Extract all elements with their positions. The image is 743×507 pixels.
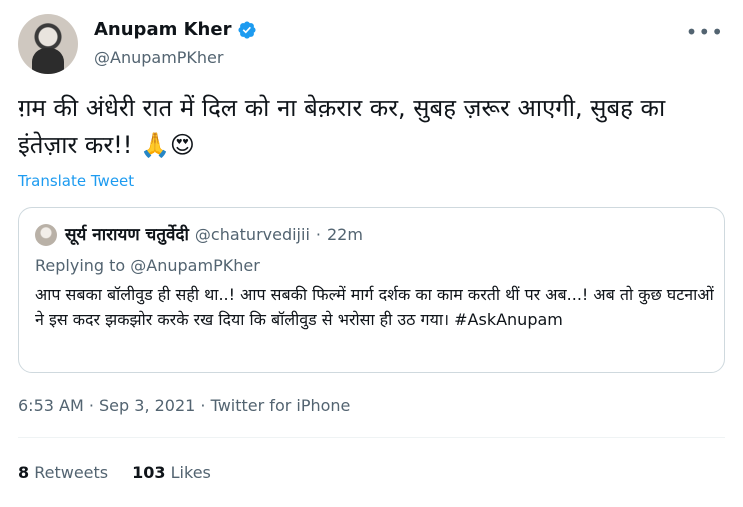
more-options-icon[interactable]: ••• (686, 20, 724, 44)
author-handle[interactable]: @AnupamPKher (94, 48, 223, 67)
quoted-replying-to: Replying to @AnupamPKher (35, 256, 260, 275)
likes-label: Likes (170, 463, 211, 482)
quoted-author-name: सूर्य नारायण चतुर्वेदी (65, 225, 189, 245)
author-name-row: Anupam Kher (94, 19, 257, 40)
quoted-separator: · (315, 225, 321, 244)
quoted-time: 22m (326, 225, 363, 244)
translate-tweet-link[interactable]: Translate Tweet (18, 172, 134, 190)
tweet-text: ग़म की अंधेरी रात में दिल को ना बेक़रार … (18, 94, 666, 159)
verified-badge-icon (238, 20, 257, 39)
divider (18, 437, 725, 438)
likes-count: 103 (132, 463, 166, 482)
quoted-author-avatar (35, 224, 57, 246)
retweets-label: Retweets (34, 463, 109, 482)
quoted-tweet[interactable]: सूर्य नारायण चतुर्वेदी @chaturvedijii · … (18, 207, 725, 373)
tweet-header: Anupam Kher @AnupamPKher ••• (18, 14, 730, 76)
tweet-timestamp[interactable]: 6:53 AM · Sep 3, 2021 · Twitter for iPho… (18, 396, 350, 415)
quoted-tweet-text: आप सबका बॉलीवुड ही सही था..! आप सबकी फिल… (35, 285, 714, 329)
retweets-count: 8 (18, 463, 30, 482)
quoted-author-handle: @chaturvedijii (194, 225, 310, 244)
author-avatar[interactable] (18, 14, 78, 74)
author-display-name[interactable]: Anupam Kher (94, 19, 231, 40)
tweet-stats: 8 Retweets 103 Likes (18, 463, 211, 482)
likes-stat[interactable]: 103 Likes (132, 463, 211, 482)
quoted-tweet-header: सूर्य नारायण चतुर्वेदी @chaturvedijii · … (65, 222, 363, 245)
retweets-stat[interactable]: 8 Retweets (18, 463, 108, 482)
